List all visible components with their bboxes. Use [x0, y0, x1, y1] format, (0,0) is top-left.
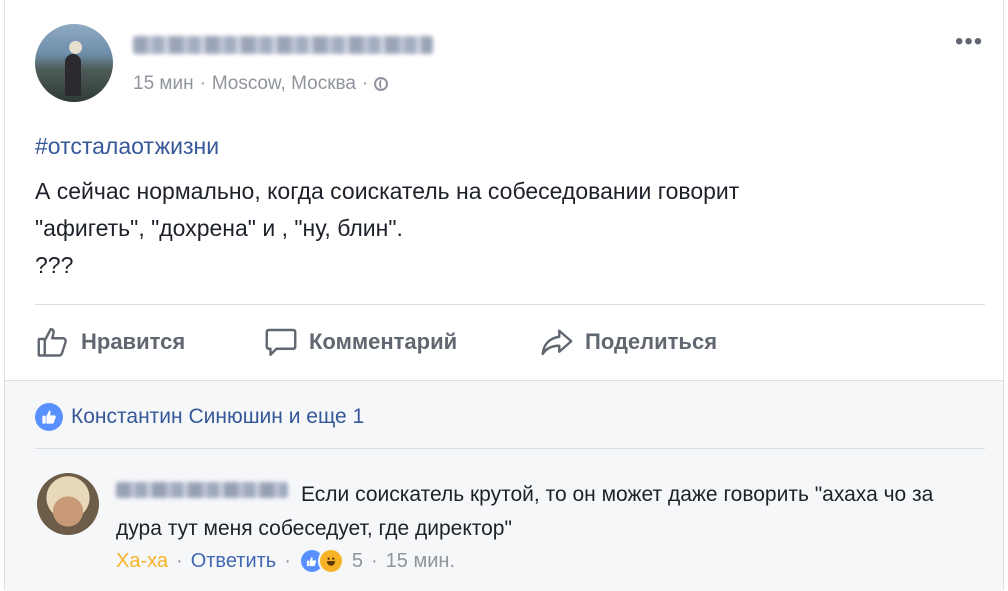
- author-name-redacted[interactable]: [133, 36, 433, 54]
- comment-body: Если соискатель крутой, то он может даже…: [116, 478, 976, 546]
- comment-reaction-count[interactable]: 5: [352, 550, 363, 573]
- haha-reaction-icon: [317, 548, 344, 574]
- divider: [35, 304, 985, 305]
- post-line: "афигеть", "дохрена" и , "ну, блин".: [35, 215, 403, 241]
- like-label: Нравится: [81, 329, 186, 354]
- comment-button[interactable]: Комментарий: [263, 324, 457, 360]
- share-label: Поделиться: [585, 329, 718, 354]
- comment-reactions[interactable]: [298, 548, 344, 574]
- divider: [35, 448, 985, 449]
- comment-timestamp[interactable]: 15 мин.: [386, 550, 455, 573]
- thumb-up-icon: [35, 324, 71, 360]
- post-timestamp[interactable]: 15 мин: [133, 73, 194, 95]
- comment-footer: Ха-ха · Ответить · 5 · 15 мин.: [116, 548, 455, 574]
- comment-label: Комментарий: [309, 329, 458, 354]
- like-reaction-icon: [35, 403, 63, 431]
- ellipsis-icon: •••: [955, 28, 984, 55]
- footer-separator: ·: [371, 549, 378, 572]
- like-button[interactable]: Нравится: [35, 324, 185, 360]
- author-avatar[interactable]: [35, 24, 113, 102]
- share-button[interactable]: Поделиться: [539, 324, 717, 360]
- comment-text: Если соискатель крутой, то он может даже…: [116, 483, 934, 540]
- post-card: 15 мин · Moscow, Москва · ••• #отсталаот…: [4, 0, 1004, 591]
- footer-separator: ·: [284, 549, 291, 572]
- globe-icon[interactable]: [374, 77, 389, 91]
- commenter-avatar[interactable]: [37, 473, 99, 535]
- reply-link[interactable]: Ответить: [191, 550, 277, 573]
- footer-separator: ·: [176, 549, 183, 572]
- post-meta: 15 мин · Moscow, Москва ·: [133, 73, 389, 95]
- speech-bubble-icon: [263, 324, 299, 360]
- reactions-names: Константин Синюшин и еще 1: [71, 405, 365, 428]
- meta-separator: ·: [361, 73, 369, 94]
- more-options-button[interactable]: •••: [955, 28, 983, 56]
- haha-reaction-link[interactable]: Ха-ха: [116, 550, 168, 573]
- post-line: ???: [35, 252, 74, 278]
- post-body: А сейчас нормально, когда соискатель на …: [35, 173, 975, 284]
- share-arrow-icon: [539, 324, 575, 360]
- post-location[interactable]: Moscow, Москва: [212, 73, 356, 95]
- meta-separator: ·: [199, 73, 206, 94]
- post-line: А сейчас нормально, когда соискатель на …: [35, 178, 740, 204]
- reactions-summary[interactable]: Константин Синюшин и еще 1: [35, 403, 364, 431]
- post-hashtag[interactable]: #отсталаотжизни: [35, 133, 219, 160]
